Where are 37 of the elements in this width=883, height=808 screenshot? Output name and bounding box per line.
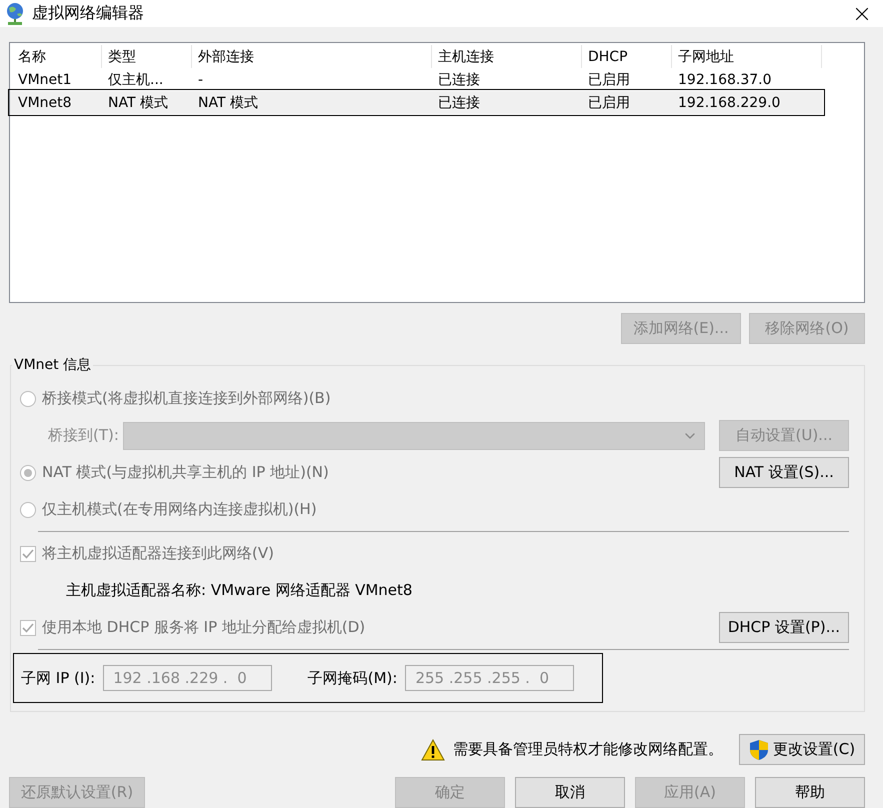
table-cell-text: - (197, 72, 204, 88)
button[interactable]: 取消 (515, 777, 625, 808)
group-title: VMnet 信息 (13, 356, 92, 374)
column-header[interactable]: 外部连接 (192, 45, 432, 68)
field-label: 桥接到(T): (47, 426, 119, 445)
button[interactable]: NAT 设置(S)... (719, 457, 849, 488)
table-row[interactable]: VMnet8 NAT 模式 NAT 模式 已连接 已启用 192.168.229.0 (10, 91, 823, 114)
table-cell-text: 已连接 (437, 94, 481, 112)
table-cell-text: 192.168.37.0 (677, 72, 773, 88)
warning-text: 需要具备管理员特权才能修改网络配置。 (453, 740, 723, 759)
change-settings-button[interactable]: 更改设置(C) (739, 734, 865, 765)
column-header[interactable]: 子网地址 (672, 45, 822, 68)
column-header[interactable]: DHCP (582, 45, 672, 68)
table-cell-text: 仅主机... (107, 70, 164, 88)
adapter-name: 主机虚拟适配器名称: VMware 网络适配器 VMnet8 (65, 581, 412, 600)
table-row[interactable]: VMnet1 仅主机... - 已连接 已启用 192.168.37.0 (12, 68, 823, 91)
table-cell-text: NAT 模式 (107, 94, 169, 112)
table-cell-text: VMnet8 (17, 94, 73, 110)
table-cell-text: NAT 模式 (197, 94, 259, 112)
check-icon (22, 548, 34, 558)
button[interactable]: DHCP 设置(P)... (718, 612, 849, 643)
column-header[interactable]: 类型 (102, 45, 192, 68)
field-label: 子网 IP (I): (21, 668, 96, 688)
shield-icon (748, 738, 769, 760)
warning-icon (421, 738, 445, 760)
check-icon (22, 622, 34, 632)
window-title: 虚拟网络编辑器 (32, 3, 145, 24)
table-cell-text: 已启用 (587, 70, 631, 88)
field-label: 子网掩码(M): (308, 668, 398, 688)
button[interactable]: 帮助 (755, 777, 865, 808)
column-header[interactable]: 名称 (12, 45, 102, 68)
table-cell-text: VMnet1 (17, 72, 73, 88)
table-cell-text: 192.168.229.0 (677, 94, 782, 110)
column-header[interactable]: 主机连接 (432, 45, 582, 68)
table-cell-text: 已连接 (437, 70, 481, 88)
table-cell-text: 已启用 (587, 94, 631, 112)
network-globe-icon (4, 2, 26, 26)
